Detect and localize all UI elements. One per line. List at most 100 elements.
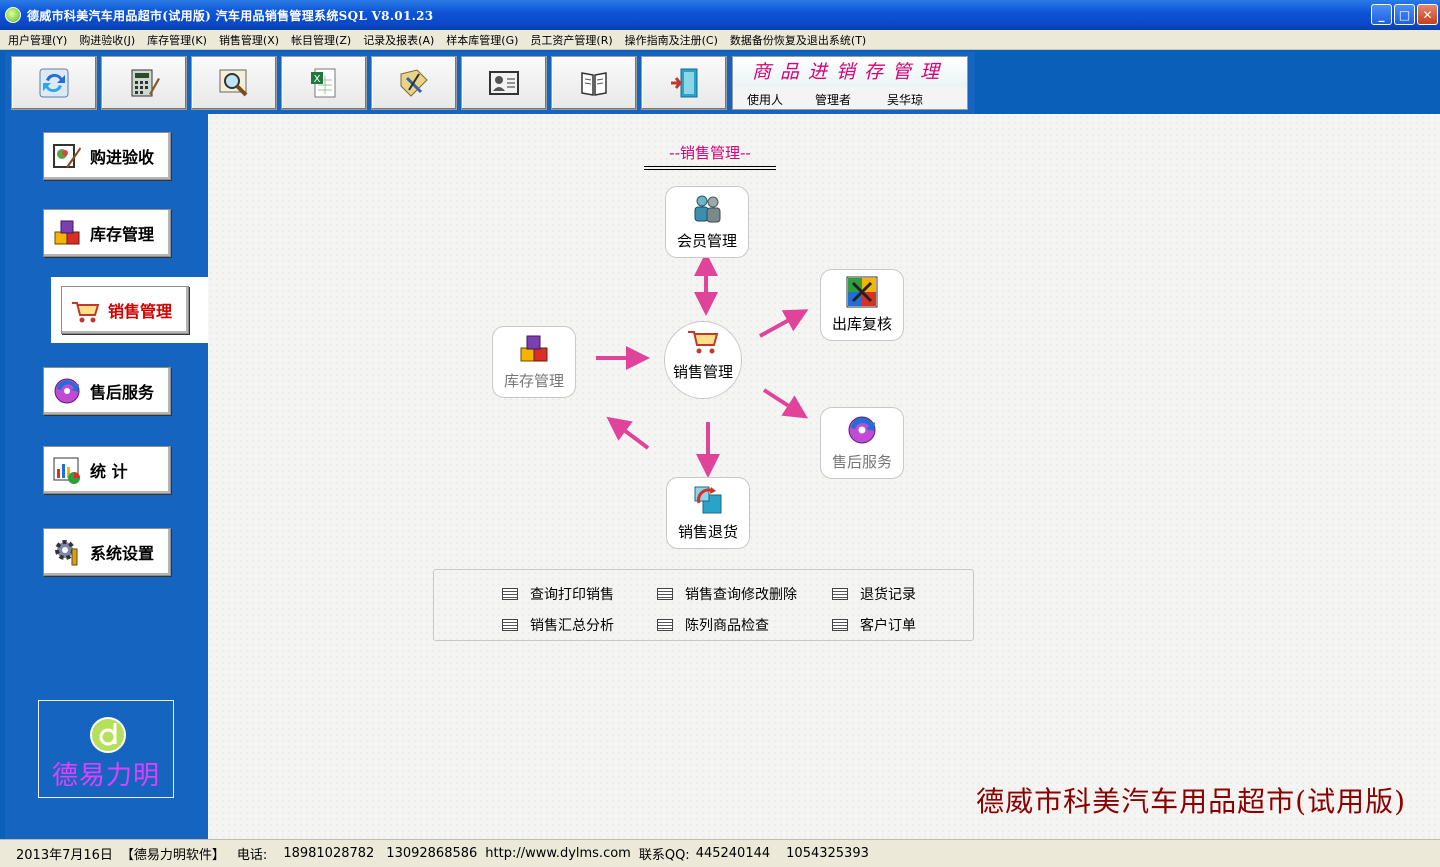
toolbar-exit-button[interactable] xyxy=(641,56,727,110)
toolbar-excel-button[interactable]: X xyxy=(281,56,367,110)
node-label: 出库复核 xyxy=(831,315,892,333)
minimize-button[interactable]: _ xyxy=(1371,4,1392,25)
link-customer-orders[interactable]: 客户订单 xyxy=(832,615,916,635)
company-name: 德威市科美汽车用品超市(试用版) xyxy=(976,785,1406,818)
sidebar-item-purchase[interactable]: 购进验收 xyxy=(43,132,171,180)
main-workspace: --销售管理-- 会员管理 库存管理 销售管理 出库复核 售后服务 销售退货 查… xyxy=(208,114,1440,839)
status-bar: 2013年7月16日 【德易力明软件】 电话: 18981028782 1309… xyxy=(0,839,1440,867)
status-phone-2: 13092868586 xyxy=(386,846,478,861)
status-qq-1: 445240144 xyxy=(695,846,771,861)
toolbar: X 商品进销存管理 使用人 管理者 吴华琼 xyxy=(5,52,975,114)
node-label: 售后服务 xyxy=(831,453,892,471)
maximize-button[interactable]: □ xyxy=(1394,4,1415,25)
user-label: 使用人 xyxy=(747,93,784,107)
link-sales-summary-analysis[interactable]: 销售汇总分析 xyxy=(502,615,614,635)
list-icon xyxy=(502,619,518,631)
tools-icon xyxy=(400,69,428,97)
node-after-sales-service[interactable]: 售后服务 xyxy=(820,407,904,479)
cubes-icon xyxy=(54,220,80,245)
cd-icon xyxy=(848,416,876,444)
refresh-icon xyxy=(39,68,69,98)
node-outbound-review[interactable]: 出库复核 xyxy=(820,269,904,341)
menu-guide-register[interactable]: 操作指南及注册(C) xyxy=(621,32,722,48)
sidebar-item-label: 统 计 xyxy=(90,462,128,481)
list-icon xyxy=(502,588,518,600)
gear-icon xyxy=(55,540,78,566)
search-icon xyxy=(219,69,248,97)
menu-sample-library[interactable]: 样本库管理(G) xyxy=(442,32,522,48)
sidebar-item-settings[interactable]: 系统设置 xyxy=(43,528,171,576)
sidebar-item-sales[interactable]: 销售管理 xyxy=(61,286,189,334)
node-label: 会员管理 xyxy=(676,232,737,250)
link-return-records[interactable]: 退货记录 xyxy=(832,584,916,604)
sidebar-item-label: 销售管理 xyxy=(108,302,173,321)
toolbar-search-button[interactable] xyxy=(191,56,277,110)
sidebar-item-label: 售后服务 xyxy=(90,383,155,402)
node-label: 库存管理 xyxy=(503,372,564,390)
node-member-management[interactable]: 会员管理 xyxy=(665,186,749,258)
status-vendor: 【德易力明软件】 xyxy=(120,848,225,863)
arrow-sales-to-after-sales xyxy=(762,388,809,419)
menu-staff-assets[interactable]: 员工资产管理(R) xyxy=(526,32,616,48)
list-icon xyxy=(832,619,848,631)
sidebar-item-label: 购进验收 xyxy=(90,148,155,167)
user-role: 管理者 xyxy=(815,93,852,107)
list-icon xyxy=(657,588,673,600)
status-phone-label: 电话: xyxy=(236,848,268,863)
toolbar-calculator-button[interactable] xyxy=(101,56,187,110)
user-info: 使用人 管理者 吴华琼 xyxy=(733,91,967,109)
menu-sales[interactable]: 销售管理(X) xyxy=(215,32,283,48)
sidebar-item-statistics[interactable]: 统 计 xyxy=(43,446,171,494)
menu-accounts[interactable]: 帐目管理(Z) xyxy=(287,32,355,48)
menu-bar: 用户管理(Y) 购进验收(J) 库存管理(K) 销售管理(X) 帐目管理(Z) … xyxy=(0,30,1440,50)
status-qq-label: 联系QQ: xyxy=(638,848,690,863)
section-title-underline xyxy=(644,166,776,170)
menu-purchase[interactable]: 购进验收(J) xyxy=(75,32,139,48)
sidebar-item-inventory[interactable]: 库存管理 xyxy=(43,209,171,257)
toolbar-refresh-button[interactable] xyxy=(11,56,97,110)
menu-inventory[interactable]: 库存管理(K) xyxy=(143,32,211,48)
sales-links-panel: 查询打印销售 销售查询修改删除 退货记录 销售汇总分析 陈列商品检查 客户订单 xyxy=(433,569,974,641)
link-display-goods-check[interactable]: 陈列商品检查 xyxy=(657,615,769,635)
cubes-icon xyxy=(520,335,548,362)
outbound-review-icon xyxy=(846,276,878,308)
purchase-icon xyxy=(53,144,81,168)
node-label: 销售管理 xyxy=(672,363,733,381)
sidebar-item-label: 系统设置 xyxy=(90,544,155,563)
return-icon xyxy=(694,486,722,514)
close-button[interactable]: ✕ xyxy=(1417,4,1438,25)
node-sales-return[interactable]: 销售退货 xyxy=(666,477,750,549)
link-sales-query-edit-delete[interactable]: 销售查询修改删除 xyxy=(657,584,797,604)
menu-backup-exit[interactable]: 数据备份恢复及退出系统(T) xyxy=(726,32,870,48)
vendor-logo: 德易力明 xyxy=(38,700,174,798)
vendor-logo-text: 德易力明 xyxy=(51,761,160,791)
menu-records-reports[interactable]: 记录及报表(A) xyxy=(359,32,438,48)
cart-icon xyxy=(688,331,719,354)
node-label: 销售退货 xyxy=(677,523,738,541)
link-query-print-sales[interactable]: 查询打印销售 xyxy=(502,584,614,604)
link-label: 陈列商品检查 xyxy=(685,618,769,634)
toolbar-tools-button[interactable] xyxy=(371,56,457,110)
link-label: 销售汇总分析 xyxy=(530,618,614,634)
node-sales-management[interactable]: 销售管理 xyxy=(664,321,742,399)
app-icon[interactable] xyxy=(5,7,21,23)
user-name: 吴华琼 xyxy=(887,93,924,107)
sidebar-item-after-sales[interactable]: 售后服务 xyxy=(43,367,171,415)
link-label: 客户订单 xyxy=(860,618,916,634)
window-title: 德威市科美汽车用品超市(试用版) 汽车用品销售管理系统SQL V8.01.23 xyxy=(27,8,434,23)
status-date: 2013年7月16日 xyxy=(16,848,113,863)
toolbar-book-button[interactable] xyxy=(551,56,637,110)
calculator-icon xyxy=(131,69,160,97)
brand-title: 商品进销存管理 xyxy=(733,57,967,87)
title-bar: 德威市科美汽车用品超市(试用版) 汽车用品销售管理系统SQL V8.01.23 … xyxy=(0,0,1440,30)
link-label: 退货记录 xyxy=(860,587,916,603)
node-inventory-management[interactable]: 库存管理 xyxy=(492,326,576,398)
toolbar-user-card-button[interactable] xyxy=(461,56,547,110)
sidebar: 购进验收 库存管理 销售管理 售后服务 统 计 系统设置 德易力明 xyxy=(5,114,208,839)
menu-user-management[interactable]: 用户管理(Y) xyxy=(4,32,71,48)
brand-panel: 商品进销存管理 使用人 管理者 吴华琼 xyxy=(732,56,968,110)
user-card-icon xyxy=(489,71,519,95)
vendor-logo-icon xyxy=(90,717,126,753)
list-icon xyxy=(657,619,673,631)
cd-icon xyxy=(54,378,80,404)
